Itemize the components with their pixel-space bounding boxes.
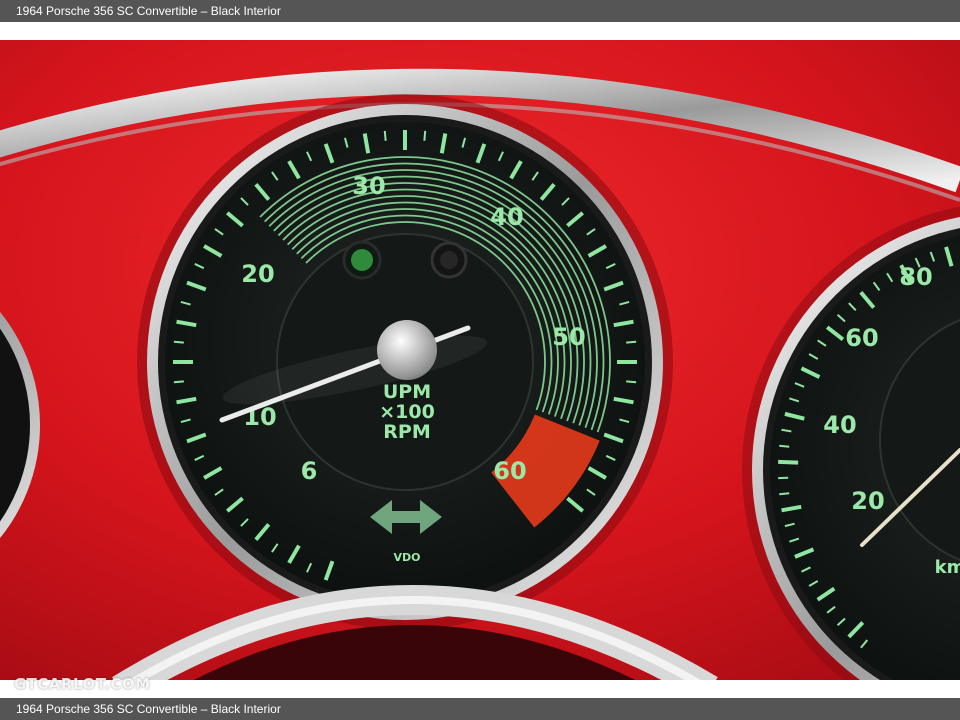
photo-title-bottom: 1964 Porsche 356 SC Convertible – Black … bbox=[16, 702, 281, 716]
tach-unit-rpm: RPM bbox=[383, 421, 430, 443]
tach-number-50: 50 bbox=[552, 323, 585, 351]
speed-tick bbox=[778, 459, 799, 465]
speed-tick bbox=[779, 492, 790, 496]
watermark-text: GTCARLOT.COM bbox=[14, 675, 151, 693]
vdo-brand: VDO bbox=[394, 551, 421, 564]
tach-tick bbox=[626, 340, 637, 344]
speed-number-60: 60 bbox=[845, 324, 878, 352]
tach-tick bbox=[383, 130, 387, 141]
speed-unit-km: km bbox=[935, 557, 960, 578]
tach-number-30: 30 bbox=[352, 172, 385, 200]
tach-unit-x100: ×100 bbox=[379, 401, 435, 423]
speed-number-40: 40 bbox=[823, 411, 856, 439]
title-bar-top: 1964 Porsche 356 SC Convertible – Black … bbox=[0, 0, 960, 22]
tach-tick bbox=[173, 340, 184, 344]
speed-tick bbox=[779, 444, 790, 448]
photo: UPM ×100 RPM 20 30 40 50 60 10 6 VDO 20 … bbox=[0, 40, 960, 680]
tach-number-6: 6 bbox=[301, 457, 318, 485]
tach-tick bbox=[173, 380, 184, 384]
title-bar-bottom: 1964 Porsche 356 SC Convertible – Black … bbox=[0, 698, 960, 720]
tach-number-20: 20 bbox=[241, 260, 274, 288]
tach-number-40: 40 bbox=[490, 203, 523, 231]
speed-number-20: 20 bbox=[851, 487, 884, 515]
photo-title-top: 1964 Porsche 356 SC Convertible – Black … bbox=[16, 4, 281, 18]
tach-number-60: 60 bbox=[493, 457, 526, 485]
speed-number-80: 80 bbox=[899, 263, 932, 291]
tach-tick bbox=[626, 380, 637, 384]
tachometer: UPM ×100 RPM 20 30 40 50 60 10 6 VDO bbox=[137, 94, 673, 630]
tach-tick bbox=[423, 130, 427, 141]
tach-unit-upm: UPM bbox=[383, 381, 431, 403]
dashboard-photo: UPM ×100 RPM 20 30 40 50 60 10 6 VDO 20 … bbox=[0, 40, 960, 680]
